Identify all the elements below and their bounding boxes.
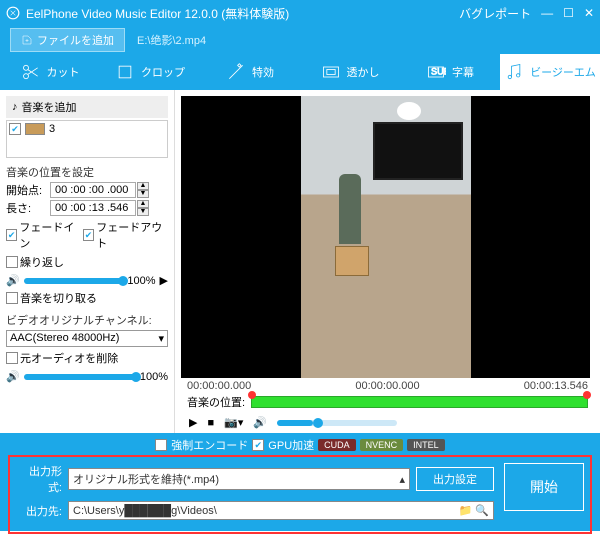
- stool-in-frame: [335, 246, 369, 276]
- add-file-icon: [21, 34, 33, 46]
- svg-text:SUB: SUB: [431, 67, 446, 77]
- music-sidebar: ♪ 音楽を追加 ✔ 3 音楽の位置を設定 開始点:00 :00 :00 .000…: [0, 90, 175, 433]
- repeat-checkbox[interactable]: [6, 256, 18, 268]
- add-music-button[interactable]: ♪ 音楽を追加: [6, 96, 168, 118]
- output-format-select[interactable]: オリジナル形式を維持(*.mp4)▴: [68, 468, 410, 490]
- delete-orig-checkbox[interactable]: [6, 352, 18, 364]
- chevron-down-icon: ▾: [158, 332, 164, 345]
- timeline-labels: 00:00:00.000 00:00:00.000 00:00:13.546: [175, 380, 600, 392]
- snapshot-button[interactable]: 📷▾: [224, 416, 243, 429]
- dest-label: 出力先:: [16, 503, 62, 519]
- music-position-heading: 音楽の位置を設定: [6, 164, 168, 180]
- length-input[interactable]: 00 :00 :13 .546: [50, 200, 136, 216]
- length-stepper[interactable]: ▲▼: [137, 200, 149, 216]
- add-file-button[interactable]: ファイルを追加: [10, 28, 125, 52]
- orig-volume-slider[interactable]: [24, 374, 136, 380]
- output-settings-button[interactable]: 出力設定: [416, 467, 494, 491]
- start-label: 開始点:: [6, 182, 50, 198]
- music-pos-label: 音楽の位置:: [187, 394, 245, 410]
- maximize-button[interactable]: ☐: [563, 6, 574, 20]
- file-toolbar: ファイルを追加 E:\绝影\2.mp4: [0, 26, 600, 54]
- subtitle-icon: SUB: [426, 62, 446, 82]
- start-stepper[interactable]: ▲▼: [137, 182, 149, 198]
- titlebar: EelPhone Video Music Editor 12.0.0 (無料体験…: [0, 0, 600, 26]
- music-icon: [504, 62, 524, 82]
- app-logo-icon: [6, 6, 20, 20]
- tab-crop[interactable]: クロップ: [100, 54, 200, 90]
- search-icon[interactable]: 🔍: [475, 505, 489, 517]
- close-button[interactable]: ✕: [584, 6, 594, 20]
- play-icon[interactable]: ▶: [160, 274, 168, 287]
- marker-end[interactable]: [583, 391, 591, 399]
- wand-icon: [226, 62, 246, 82]
- music-volume-slider[interactable]: [24, 278, 124, 284]
- music-item-name: 3: [49, 123, 55, 135]
- fadeout-checkbox[interactable]: ✔: [83, 229, 94, 241]
- feature-tabs: カット クロップ 特効 透かし SUB字幕 ビージーエム: [0, 54, 600, 90]
- tv-in-frame: [373, 122, 463, 180]
- music-volume-value: 100%: [127, 275, 155, 287]
- minimize-button[interactable]: —: [541, 6, 553, 20]
- add-file-label: ファイルを追加: [37, 32, 114, 48]
- codec-select[interactable]: AAC(Stereo 48000Hz)▾: [6, 330, 168, 347]
- start-button[interactable]: 開始: [504, 463, 584, 511]
- output-dest-input[interactable]: C:\Users\y██████g\Videos\📁 🔍: [68, 501, 494, 520]
- music-position-track[interactable]: [251, 396, 588, 408]
- volume2-icon: 🔊: [6, 370, 20, 383]
- current-file-path: E:\绝影\2.mp4: [137, 32, 206, 48]
- format-label: 出力形式:: [16, 463, 62, 495]
- window-title: EelPhone Video Music Editor 12.0.0 (無料体験…: [26, 5, 449, 22]
- tab-bgm[interactable]: ビージーエム: [500, 54, 600, 90]
- nvenc-badge: NVENC: [360, 439, 404, 451]
- music-item-checkbox[interactable]: ✔: [9, 123, 21, 135]
- speech-bubble-overlay: [397, 102, 421, 120]
- cuda-badge: CUDA: [318, 439, 356, 451]
- music-item[interactable]: ✔ 3: [9, 123, 165, 135]
- person-in-frame: [339, 174, 361, 244]
- watermark-icon: [321, 62, 341, 82]
- output-box: 出力形式: オリジナル形式を維持(*.mp4)▴ 出力設定 出力先: C:\Us…: [8, 455, 592, 534]
- tab-effect[interactable]: 特効: [200, 54, 300, 90]
- video-frame: [301, 96, 471, 378]
- start-time-input[interactable]: 00 :00 :00 .000: [50, 182, 136, 198]
- length-label: 長さ:: [6, 200, 50, 216]
- output-panel: 強制エンコード ✔GPU加速 CUDA NVENC INTEL 出力形式: オリ…: [0, 433, 600, 531]
- force-encode-checkbox[interactable]: [155, 439, 167, 451]
- tab-cut[interactable]: カット: [0, 54, 100, 90]
- music-thumb: [25, 123, 45, 135]
- preview-volume-icon: 🔊: [253, 416, 267, 429]
- note-icon: ♪: [12, 101, 18, 113]
- bug-report-link[interactable]: バグレポート: [459, 5, 531, 22]
- marker-start[interactable]: [248, 391, 256, 399]
- play-button[interactable]: ▶: [189, 416, 197, 429]
- orig-channel-label: ビデオオリジナルチャンネル:: [6, 312, 168, 328]
- folder-icon[interactable]: 📁: [459, 505, 473, 517]
- stop-button[interactable]: ■: [207, 417, 214, 429]
- crop-icon: [115, 62, 135, 82]
- fadein-checkbox[interactable]: ✔: [6, 229, 17, 241]
- trim-checkbox[interactable]: [6, 292, 18, 304]
- volume-icon: 🔊: [6, 274, 20, 287]
- music-list[interactable]: ✔ 3: [6, 120, 168, 158]
- intel-badge: INTEL: [407, 439, 445, 451]
- chevron-up-icon: ▴: [399, 473, 405, 486]
- preview-panel: 00:00:00.000 00:00:00.000 00:00:13.546 音…: [175, 90, 600, 433]
- tab-watermark[interactable]: 透かし: [300, 54, 400, 90]
- preview-volume-slider[interactable]: [277, 420, 397, 426]
- gpu-checkbox[interactable]: ✔: [252, 439, 264, 451]
- tab-subtitle[interactable]: SUB字幕: [400, 54, 500, 90]
- video-preview[interactable]: [181, 96, 590, 378]
- playback-controls: ▶ ■ 📷▾ 🔊: [175, 412, 600, 433]
- scissors-icon: [21, 62, 41, 82]
- orig-volume-value: 100%: [140, 371, 168, 383]
